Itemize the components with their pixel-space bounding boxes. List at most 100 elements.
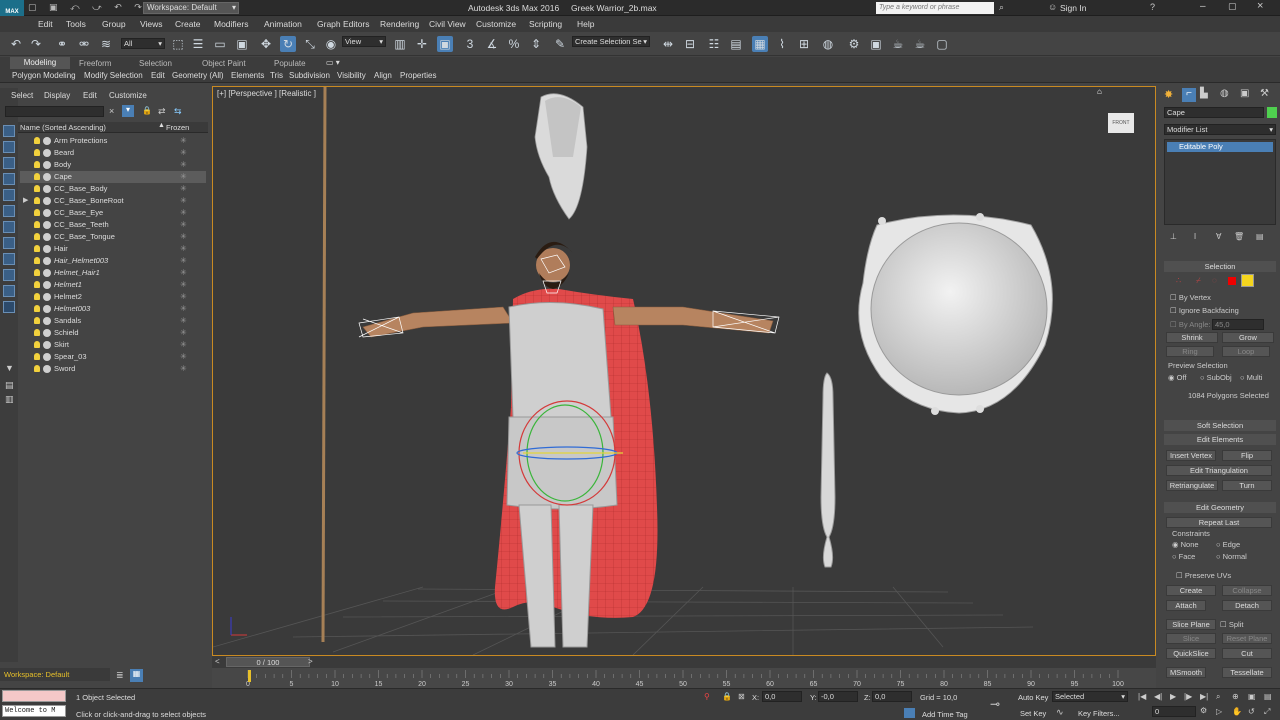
- ribbon-subdivision[interactable]: Subdivision: [289, 71, 330, 80]
- scene-object-row[interactable]: Hair ✳: [20, 243, 206, 255]
- hierarchy-icon[interactable]: ⇄: [158, 106, 166, 117]
- pan-icon[interactable]: ✋: [1232, 707, 1242, 716]
- curve-editor-icon[interactable]: ⌇: [774, 36, 790, 52]
- border-mode-icon[interactable]: ◌: [1212, 276, 1217, 285]
- turn-button[interactable]: Turn: [1222, 480, 1272, 491]
- configure-sets-icon[interactable]: ▤: [1256, 232, 1264, 241]
- scene-object-row[interactable]: Schield ✳: [20, 327, 206, 339]
- selection-filter-dropdown[interactable]: All ▾: [121, 38, 165, 49]
- render-visibility-icon[interactable]: [43, 281, 51, 289]
- snowflake-icon[interactable]: ✳: [180, 363, 187, 375]
- ribbon-options-icon[interactable]: ▭ ▾: [326, 58, 340, 67]
- zoom-icon[interactable]: ⌕: [1216, 692, 1220, 702]
- snowflake-icon[interactable]: ✳: [180, 351, 187, 363]
- rendered-frame-icon[interactable]: ▣: [868, 36, 884, 52]
- display-xrefs-icon[interactable]: [3, 253, 15, 265]
- render-visibility-icon[interactable]: [43, 257, 51, 265]
- ribbon-polygon-modeling[interactable]: Polygon Modeling: [12, 71, 76, 80]
- rollout-edit-elements-header[interactable]: Edit Elements: [1164, 434, 1276, 445]
- ribbon-properties[interactable]: Properties: [400, 71, 436, 80]
- render-visibility-icon[interactable]: [43, 221, 51, 229]
- unlink-icon[interactable]: ⚮: [76, 36, 92, 52]
- go-to-start-icon[interactable]: |◀: [1138, 692, 1146, 701]
- ribbon-elements[interactable]: Elements: [231, 71, 264, 80]
- zoom-all-icon[interactable]: ⊕: [1232, 692, 1239, 701]
- render-visibility-icon[interactable]: [43, 317, 51, 325]
- scene-menu-display[interactable]: Display: [44, 91, 70, 100]
- snowflake-icon[interactable]: ✳: [180, 195, 187, 207]
- render-visibility-icon[interactable]: [43, 269, 51, 277]
- isolate-icon[interactable]: ⚲: [704, 692, 710, 701]
- orbit-icon[interactable]: ↺: [1248, 707, 1255, 716]
- column-frozen-header[interactable]: Frozen: [166, 123, 189, 132]
- light-bulb-icon[interactable]: [34, 137, 40, 144]
- material-editor-icon[interactable]: ◍: [820, 36, 836, 52]
- sign-in-link[interactable]: Sign In: [1060, 3, 1086, 13]
- menu-create[interactable]: Create: [175, 19, 201, 29]
- scene-object-row[interactable]: Arm Protections ✳: [20, 135, 206, 147]
- repeat-last-button[interactable]: Repeat Last: [1166, 517, 1272, 528]
- slice-button[interactable]: Slice: [1166, 633, 1216, 644]
- scene-object-row[interactable]: Helmet1 ✳: [20, 279, 206, 291]
- tessellate-button[interactable]: Tessellate: [1222, 667, 1272, 678]
- modify-tab-icon[interactable]: ⌐: [1182, 88, 1196, 102]
- light-bulb-icon[interactable]: [34, 161, 40, 168]
- ribbon-geometry-all[interactable]: Geometry (All): [172, 71, 224, 80]
- display-tab-icon[interactable]: ▣: [1240, 88, 1249, 99]
- scene-object-row[interactable]: CC_Base_Tongue ✳: [20, 231, 206, 243]
- object-color-swatch[interactable]: [1267, 107, 1277, 118]
- angle-spinner[interactable]: 45,0: [1212, 319, 1264, 330]
- search-input[interactable]: Type a keyword or phrase: [876, 2, 994, 14]
- scene-menu-edit[interactable]: Edit: [83, 91, 97, 100]
- window-crossing-icon[interactable]: ▣: [234, 36, 250, 52]
- render-visibility-icon[interactable]: [43, 329, 51, 337]
- key-filters-button[interactable]: Key Filters...: [1078, 709, 1120, 718]
- snowflake-icon[interactable]: ✳: [180, 255, 187, 267]
- collapse-button[interactable]: Collapse: [1222, 585, 1272, 596]
- menu-tools[interactable]: Tools: [66, 19, 86, 29]
- rollout-edit-geometry-header[interactable]: Edit Geometry: [1164, 502, 1276, 513]
- rollout-soft-selection-header[interactable]: Soft Selection: [1164, 420, 1276, 431]
- display-groups-icon[interactable]: [3, 237, 15, 249]
- snowflake-icon[interactable]: ✳: [180, 291, 187, 303]
- light-bulb-icon[interactable]: [34, 245, 40, 252]
- menu-edit[interactable]: Edit: [38, 19, 53, 29]
- ref-coord-dropdown[interactable]: View ▾: [342, 36, 386, 47]
- time-tag-icon[interactable]: [904, 708, 915, 718]
- ribbon-tris[interactable]: Tris: [270, 71, 283, 80]
- flip-button[interactable]: Flip: [1222, 450, 1272, 461]
- menu-customize[interactable]: Customize: [476, 19, 516, 29]
- light-bulb-icon[interactable]: [34, 185, 40, 192]
- time-next-icon[interactable]: >: [308, 657, 313, 666]
- viewcube[interactable]: FRONT: [1108, 113, 1134, 133]
- render-visibility-icon[interactable]: [43, 233, 51, 241]
- utilities-tab-icon[interactable]: ⚒: [1260, 88, 1269, 99]
- go-to-end-icon[interactable]: ▶|: [1200, 692, 1208, 701]
- constraint-none-radio[interactable]: ◉ None: [1172, 540, 1199, 549]
- retriangulate-button[interactable]: Retriangulate: [1166, 480, 1218, 491]
- app-logo[interactable]: MAX: [0, 0, 24, 16]
- spinner-snap-icon[interactable]: ⇕: [528, 36, 544, 52]
- named-selection-dropdown[interactable]: Create Selection Se ▾: [572, 36, 650, 47]
- menu-scripting[interactable]: Scripting: [529, 19, 562, 29]
- schematic-view-icon[interactable]: ⊞: [796, 36, 812, 52]
- scene-object-row[interactable]: ▶ CC_Base_BoneRoot ✳: [20, 195, 206, 207]
- preview-multi-radio[interactable]: ○ Multi: [1240, 373, 1262, 382]
- zoom-extents-icon[interactable]: ▣: [1248, 692, 1256, 701]
- render-visibility-icon[interactable]: [43, 305, 51, 313]
- constraint-edge-radio[interactable]: ○ Edge: [1216, 540, 1240, 549]
- show-end-result-icon[interactable]: ǀ: [1194, 232, 1196, 241]
- light-bulb-icon[interactable]: [34, 329, 40, 336]
- make-unique-icon[interactable]: ∀: [1216, 232, 1221, 241]
- edit-triangulation-button[interactable]: Edit Triangulation: [1166, 465, 1272, 476]
- add-time-tag[interactable]: Add Time Tag: [922, 710, 968, 719]
- snowflake-icon[interactable]: ✳: [180, 303, 187, 315]
- tab-populate[interactable]: Populate: [274, 59, 306, 68]
- explorer-find-field[interactable]: [5, 106, 104, 117]
- fov-icon[interactable]: ▷: [1216, 707, 1222, 716]
- x-coordinate-field[interactable]: 0,0: [762, 691, 802, 702]
- redo-icon[interactable]: ↷: [28, 36, 44, 52]
- tab-selection[interactable]: Selection: [139, 59, 172, 68]
- rotate-icon[interactable]: ↻: [280, 36, 296, 52]
- by-angle-checkbox[interactable]: ☐ By Angle:: [1170, 320, 1211, 329]
